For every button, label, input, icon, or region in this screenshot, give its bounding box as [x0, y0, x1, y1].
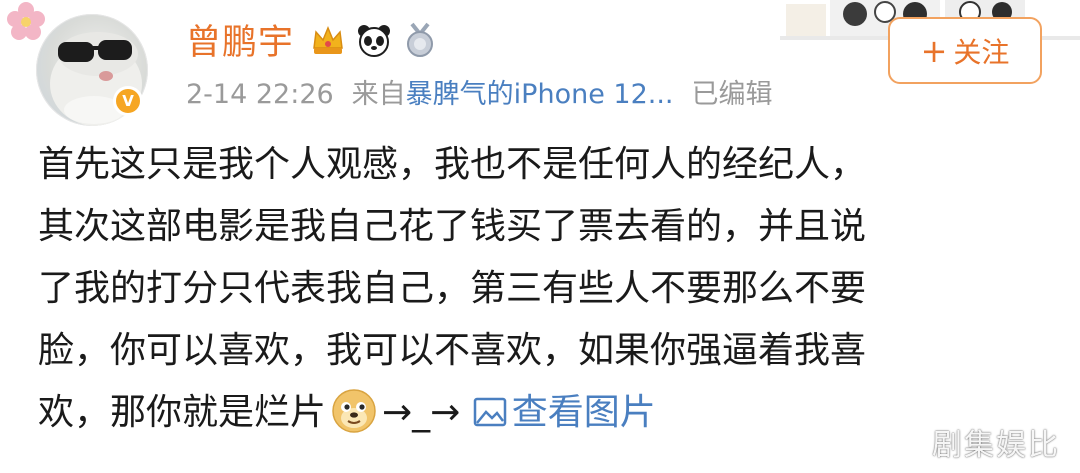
post-timestamp[interactable]: 2-14 22:26 — [186, 79, 334, 110]
plus-icon: + — [920, 31, 948, 70]
username[interactable]: 曾鹏宇 — [186, 14, 294, 65]
content-line: 首先这只是我个人观感，我也不是任何人的经纪人， — [38, 144, 867, 185]
view-image-label: 查看图片 — [511, 392, 656, 433]
content-line-last: 欢，那你就是烂片 →_→ 查看图片 — [38, 382, 1048, 444]
post-content: 首先这只是我个人观感，我也不是任何人的经纪人， 其次这部电影是我自己花了钱买了票… — [38, 134, 1048, 444]
post-source-link[interactable]: 暴脾气的iPhone 12... — [406, 79, 674, 110]
follow-label: 关注 — [953, 35, 1010, 69]
watermark-text: 剧集娱比 — [932, 428, 1060, 463]
follow-button[interactable]: + 关注 — [888, 17, 1042, 84]
verified-badge-icon: V — [113, 86, 143, 116]
post-meta: 2-14 22:26 来自暴脾气的iPhone 12... 已编辑 — [186, 72, 773, 111]
arrow-emoticon: →_→ — [382, 392, 461, 433]
weibo-post-card: V 曾鹏宇 2-14 22:26 来自暴脾气的iPhone 12... 已编辑 + 关… — [0, 0, 1080, 473]
doge-emoji-icon — [332, 389, 376, 433]
crown-badge-icon[interactable] — [310, 22, 346, 58]
content-last-text: 欢，那你就是烂片 — [38, 392, 327, 433]
content-line: 其次这部电影是我自己花了钱买了票去看的，并且说 — [38, 206, 867, 247]
image-icon — [473, 397, 507, 427]
user-badges — [310, 20, 438, 60]
content-line: 脸，你可以喜欢，我可以不喜欢，如果你强逼着我喜 — [38, 330, 867, 371]
source-prefix: 来自 — [351, 79, 406, 110]
flower-decoration-icon — [7, 2, 45, 40]
medal-badge-icon[interactable] — [402, 22, 438, 58]
panda-badge-icon[interactable] — [356, 22, 392, 58]
content-line: 了我的打分只代表我自己，第三有些人不要那么不要 — [38, 268, 867, 309]
edited-label[interactable]: 已编辑 — [692, 79, 773, 110]
view-image-link[interactable]: 查看图片 — [472, 392, 656, 433]
